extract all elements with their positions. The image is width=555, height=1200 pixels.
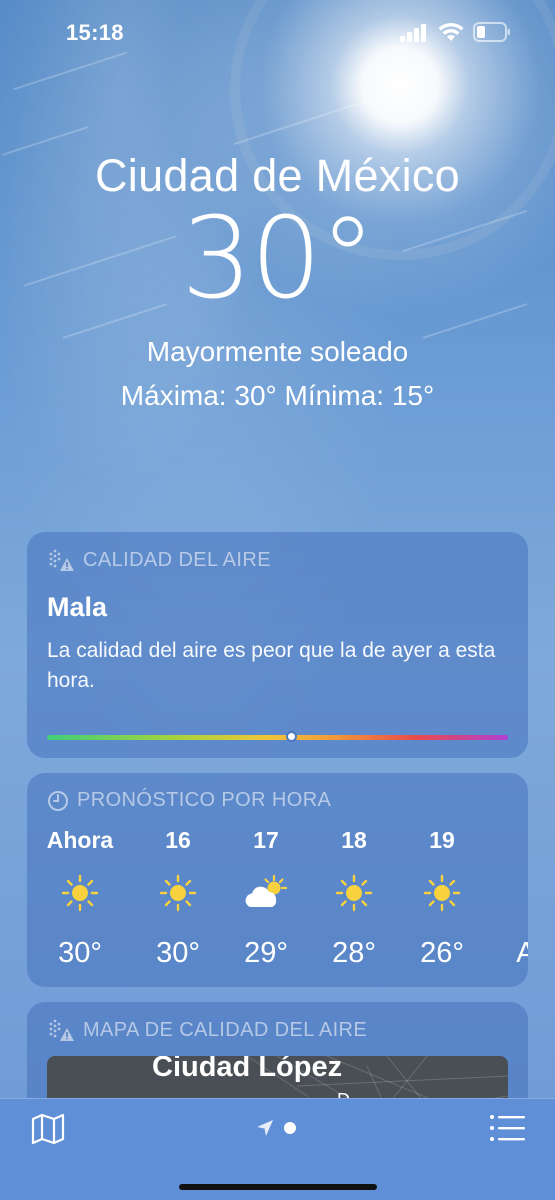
air-quality-card[interactable]: CALIDAD DEL AIRE Mala La calidad del air… — [27, 532, 528, 758]
hourly-temperature: At — [516, 937, 528, 969]
bottom-toolbar — [0, 1098, 555, 1200]
cellular-signal-icon — [400, 24, 426, 42]
hourly-item: 19 26° — [397, 827, 487, 970]
clock-icon — [48, 790, 68, 811]
current-temperature: 30° — [181, 194, 376, 324]
hourly-temperature: 30° — [156, 937, 200, 969]
hourly-time: 16 — [165, 827, 191, 853]
hourly-temperature: 26° — [420, 937, 464, 969]
sun-icon — [35, 873, 125, 913]
sun-icon — [133, 873, 223, 913]
hourly-temperature: 30° — [58, 937, 102, 969]
air-quality-warning-icon — [49, 549, 74, 571]
hourly-item: At — [485, 827, 528, 970]
air-quality-description: La calidad del aire es peor que la de ay… — [47, 639, 496, 692]
hourly-item: 17 29° — [221, 827, 311, 970]
hourly-item: Ahora 30° — [35, 827, 125, 970]
air-quality-warning-icon — [49, 1019, 74, 1041]
hourly-forecast-card[interactable]: PRONÓSTICO POR HORA Ahora 30° 16 30° 17 29° 18… — [27, 773, 528, 987]
hourly-time: 19 — [429, 827, 455, 853]
hourly-time: 17 — [253, 827, 279, 853]
battery-icon — [473, 22, 510, 42]
hourly-item: 18 28° — [309, 827, 399, 970]
hourly-icon-placeholder — [485, 873, 528, 913]
status-time: 15:18 — [66, 20, 124, 45]
status-bar: 15:18 — [0, 0, 555, 66]
home-indicator — [179, 1184, 377, 1190]
high-low-temperature: Máxima: 30° Mínima: 15° — [120, 380, 435, 411]
map-icon[interactable] — [30, 1111, 66, 1147]
page-indicator[interactable] — [256, 1119, 296, 1137]
hourly-time: 18 — [341, 827, 367, 853]
hourly-temperature: 29° — [244, 937, 288, 969]
sun-icon — [309, 873, 399, 913]
map-city-label: Ciudad López — [152, 1056, 343, 1083]
air-quality-scale-marker — [285, 731, 297, 742]
hourly-time — [485, 827, 528, 857]
location-arrow-icon — [257, 1120, 273, 1136]
air-quality-map-header: MAPA DE CALIDAD DEL AIRE — [47, 1018, 367, 1042]
partly-cloudy-icon — [221, 873, 311, 913]
hourly-forecast-header: PRONÓSTICO POR HORA — [47, 789, 331, 812]
hourly-forecast-title: PRONÓSTICO POR HORA — [77, 789, 332, 811]
hourly-temperature: 28° — [332, 937, 376, 969]
air-quality-header: CALIDAD DEL AIRE — [47, 548, 271, 572]
hourly-item: 16 30° — [133, 827, 223, 970]
air-quality-scale — [47, 735, 508, 740]
page-dot-active — [284, 1122, 296, 1134]
hourly-time: Ahora — [46, 827, 114, 853]
sun-icon — [397, 873, 487, 913]
wifi-icon — [438, 22, 464, 41]
air-quality-map-title: MAPA DE CALIDAD DEL AIRE — [83, 1018, 368, 1041]
weather-condition: Mayormente soleado — [146, 336, 409, 367]
hourly-forecast-list[interactable]: Ahora 30° 16 30° 17 29° 18 28° 19 26° At — [27, 827, 528, 977]
air-quality-level: Mala — [47, 592, 108, 622]
current-weather: Ciudad de México 30° Mayormente soleado … — [0, 150, 555, 412]
list-icon[interactable] — [489, 1113, 525, 1143]
air-quality-title: CALIDAD DEL AIRE — [83, 548, 271, 571]
